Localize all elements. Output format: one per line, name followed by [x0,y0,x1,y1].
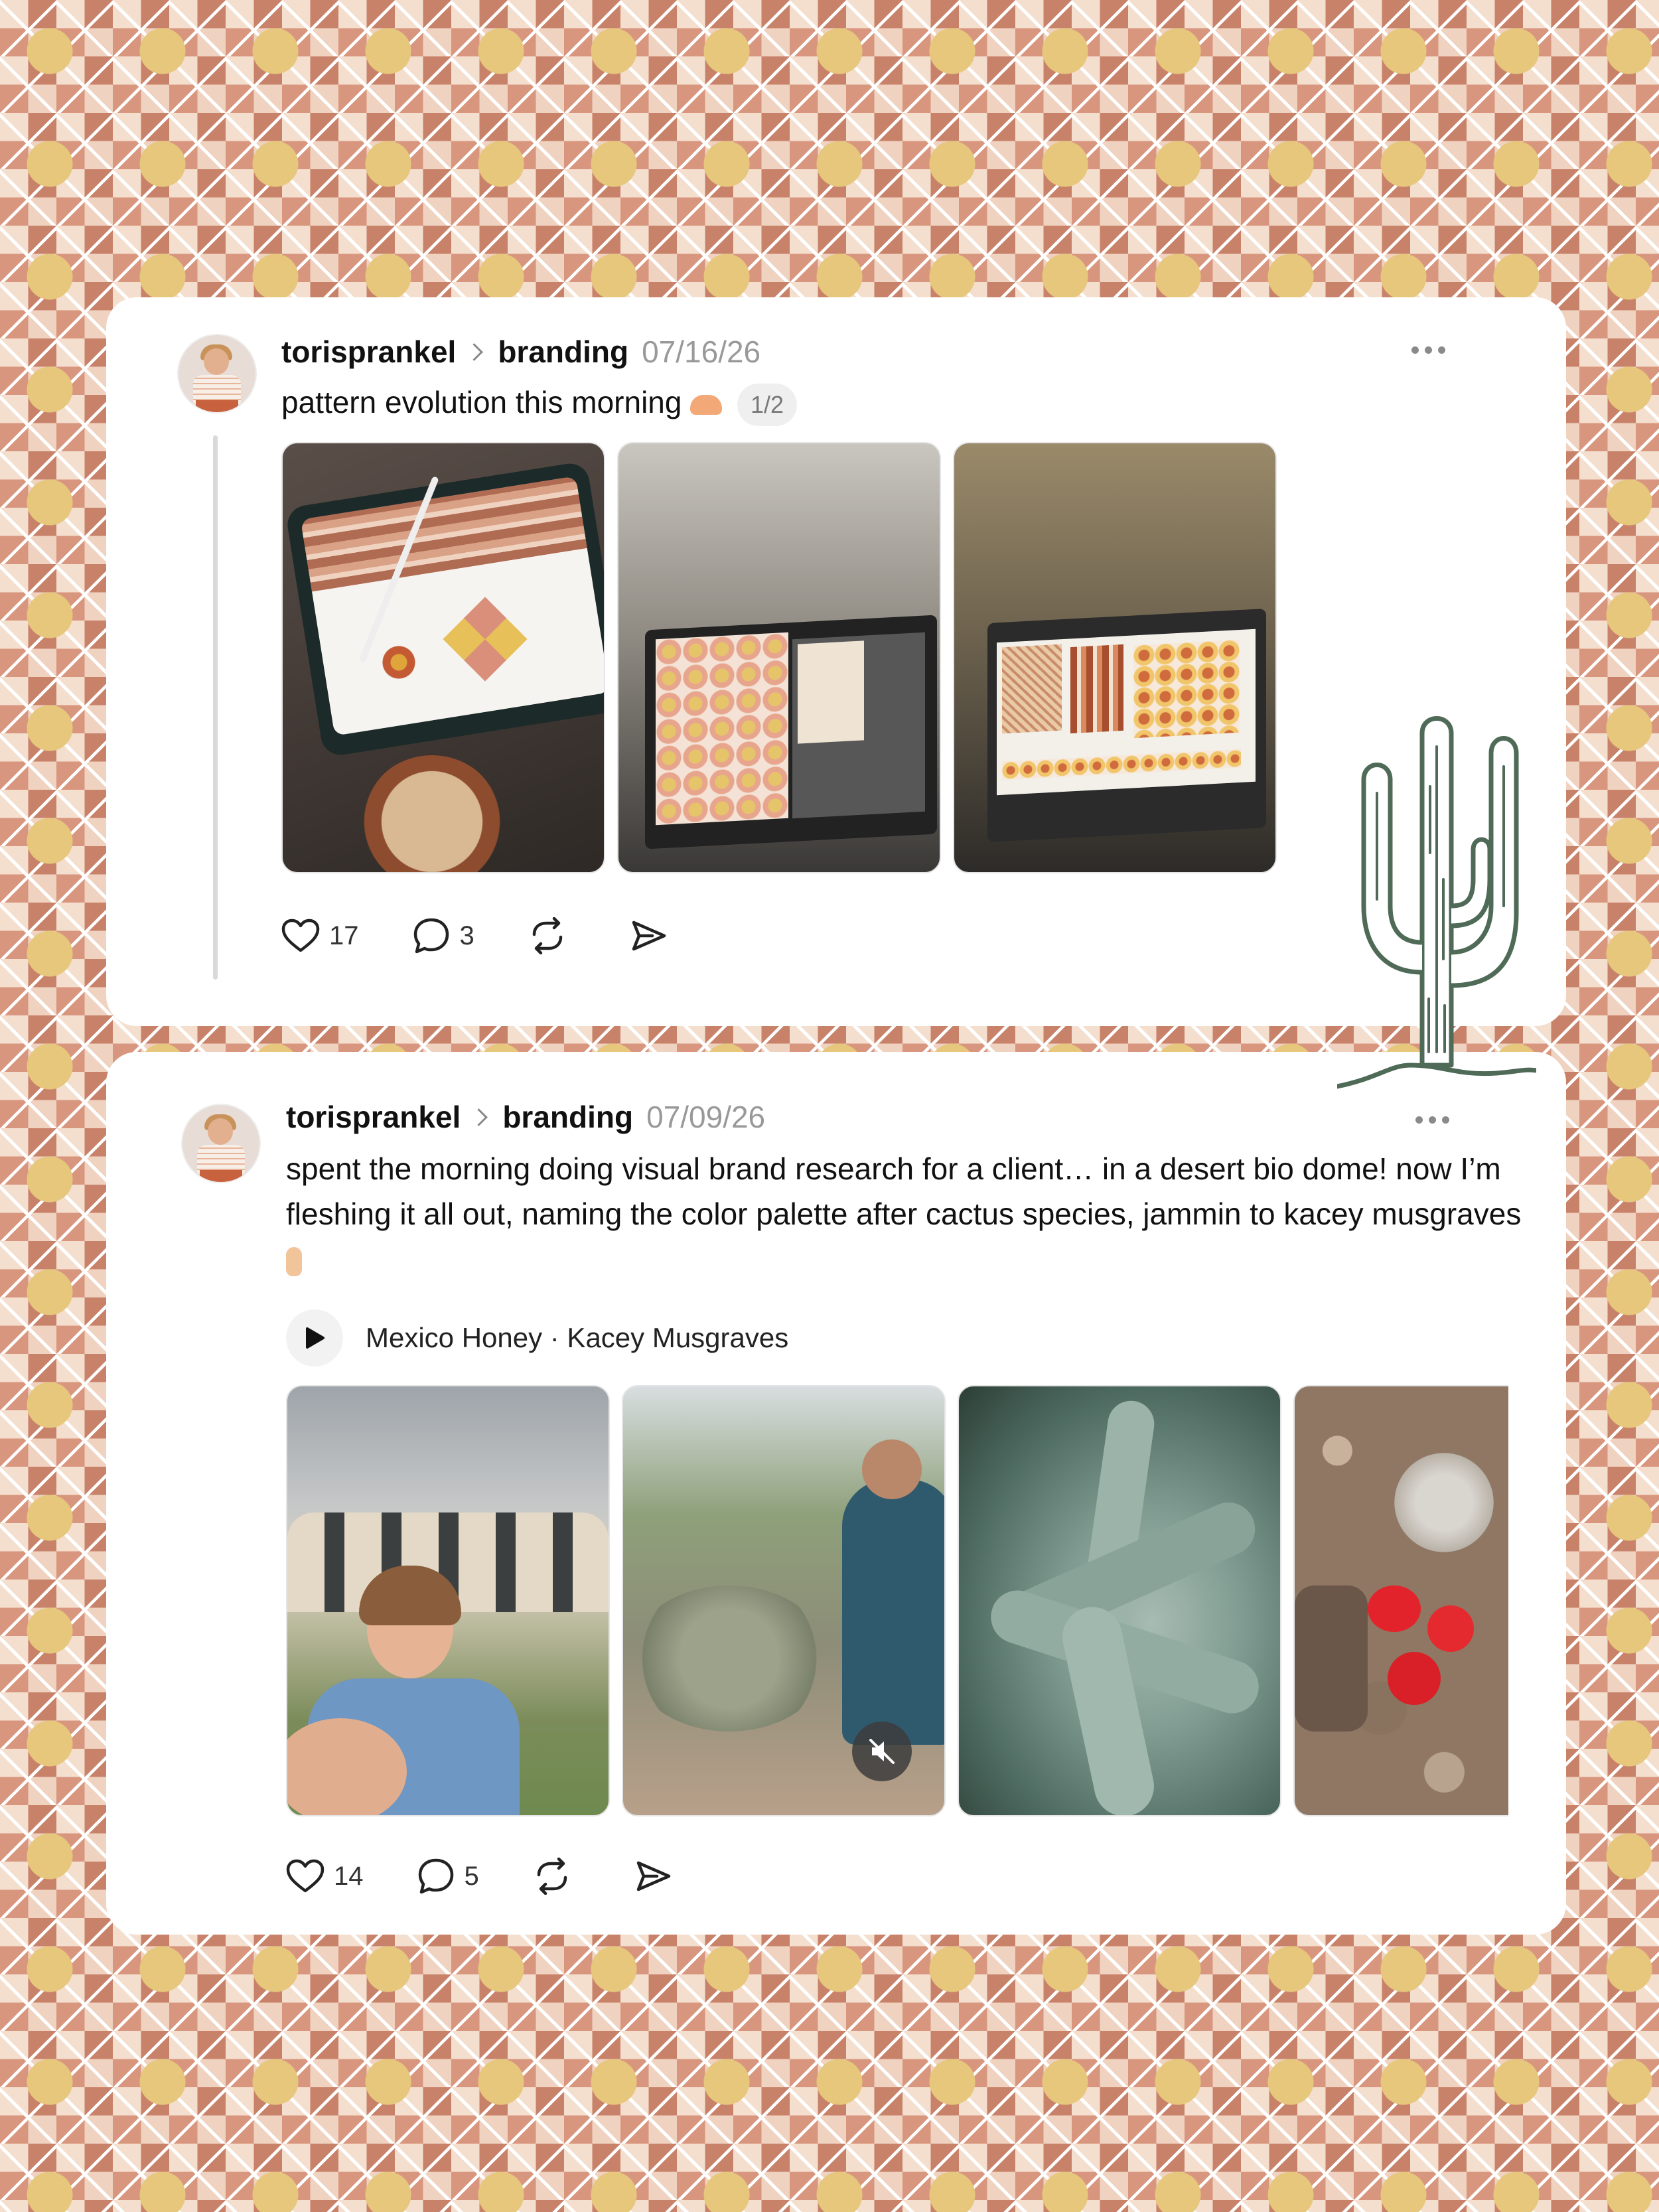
cactus-illustration [1337,716,1536,1089]
tablet-pattern-sketch-photo[interactable] [281,442,605,873]
play-icon [306,1327,325,1349]
chevron-right-icon [470,1108,488,1126]
share-button[interactable] [634,1859,682,1893]
comment-count: 3 [459,921,474,950]
post-actions: 14 5 [286,1855,735,1897]
like-button[interactable]: 14 [286,1859,364,1893]
red-cactus-flowers-photo[interactable] [1293,1385,1508,1816]
topic-tag[interactable]: branding [502,1099,633,1135]
more-options-icon[interactable] [1411,346,1445,354]
avatar[interactable] [177,334,257,413]
like-count: 14 [334,1861,364,1891]
post-header: torisprankel branding 07/16/26 [281,332,760,372]
page-background: { "posts": [ { "username": "torisprankel… [0,0,1659,2212]
share-icon [632,921,666,951]
comment-icon [413,918,449,954]
selfie-at-bio-dome-photo[interactable] [286,1385,610,1816]
post-card-2: torisprankel branding 07/09/26 spent the… [106,1052,1566,1935]
agave-plant-photo[interactable] [958,1385,1281,1816]
avatar[interactable] [181,1104,261,1183]
post-text: pattern evolution this morning 1/2 [281,380,798,426]
comment-button[interactable]: 5 [417,1858,479,1895]
repost-icon [532,917,562,954]
heart-icon [281,919,320,952]
laptop-pattern-layout-photo[interactable] [617,442,941,873]
share-icon [636,1861,670,1891]
muted-icon [869,1739,895,1764]
peace-sign-emoji-icon [286,1246,302,1276]
page-indicator: 1/2 [737,383,798,426]
desert-garden-video[interactable] [622,1385,946,1816]
thread-line [213,435,218,980]
share-button[interactable] [630,919,678,953]
topic-tag[interactable]: branding [498,334,628,370]
post-text: spent the morning doing visual brand res… [286,1146,1534,1282]
comment-count: 5 [464,1861,479,1891]
username[interactable]: torisprankel [286,1099,461,1135]
repost-button[interactable] [528,917,577,954]
song-title: Mexico Honey · Kacey Musgraves [366,1322,789,1353]
like-button[interactable]: 17 [281,919,359,953]
username[interactable]: torisprankel [281,334,456,370]
post-actions: 17 3 [281,915,731,957]
chevron-right-icon [465,342,484,361]
heart-hands-emoji-icon [690,394,723,415]
repost-button[interactable] [532,1858,581,1895]
play-button[interactable] [286,1309,343,1366]
post-caption: pattern evolution this morning [281,385,682,419]
laptop-final-patterns-photo[interactable] [953,442,1277,873]
post-date: 07/09/26 [646,1100,766,1134]
repost-icon [537,1858,567,1895]
more-options-icon[interactable] [1415,1116,1449,1124]
post-date: 07/16/26 [642,334,761,369]
heart-icon [286,1859,325,1893]
like-count: 17 [329,921,359,950]
comment-button[interactable]: 3 [412,917,474,954]
post-caption: spent the morning doing visual brand res… [286,1151,1522,1231]
mute-button[interactable] [852,1722,912,1781]
post-header: torisprankel branding 07/09/26 [286,1097,765,1137]
comment-icon [418,1858,453,1894]
music-attachment[interactable]: Mexico Honey · Kacey Musgraves [286,1309,788,1366]
